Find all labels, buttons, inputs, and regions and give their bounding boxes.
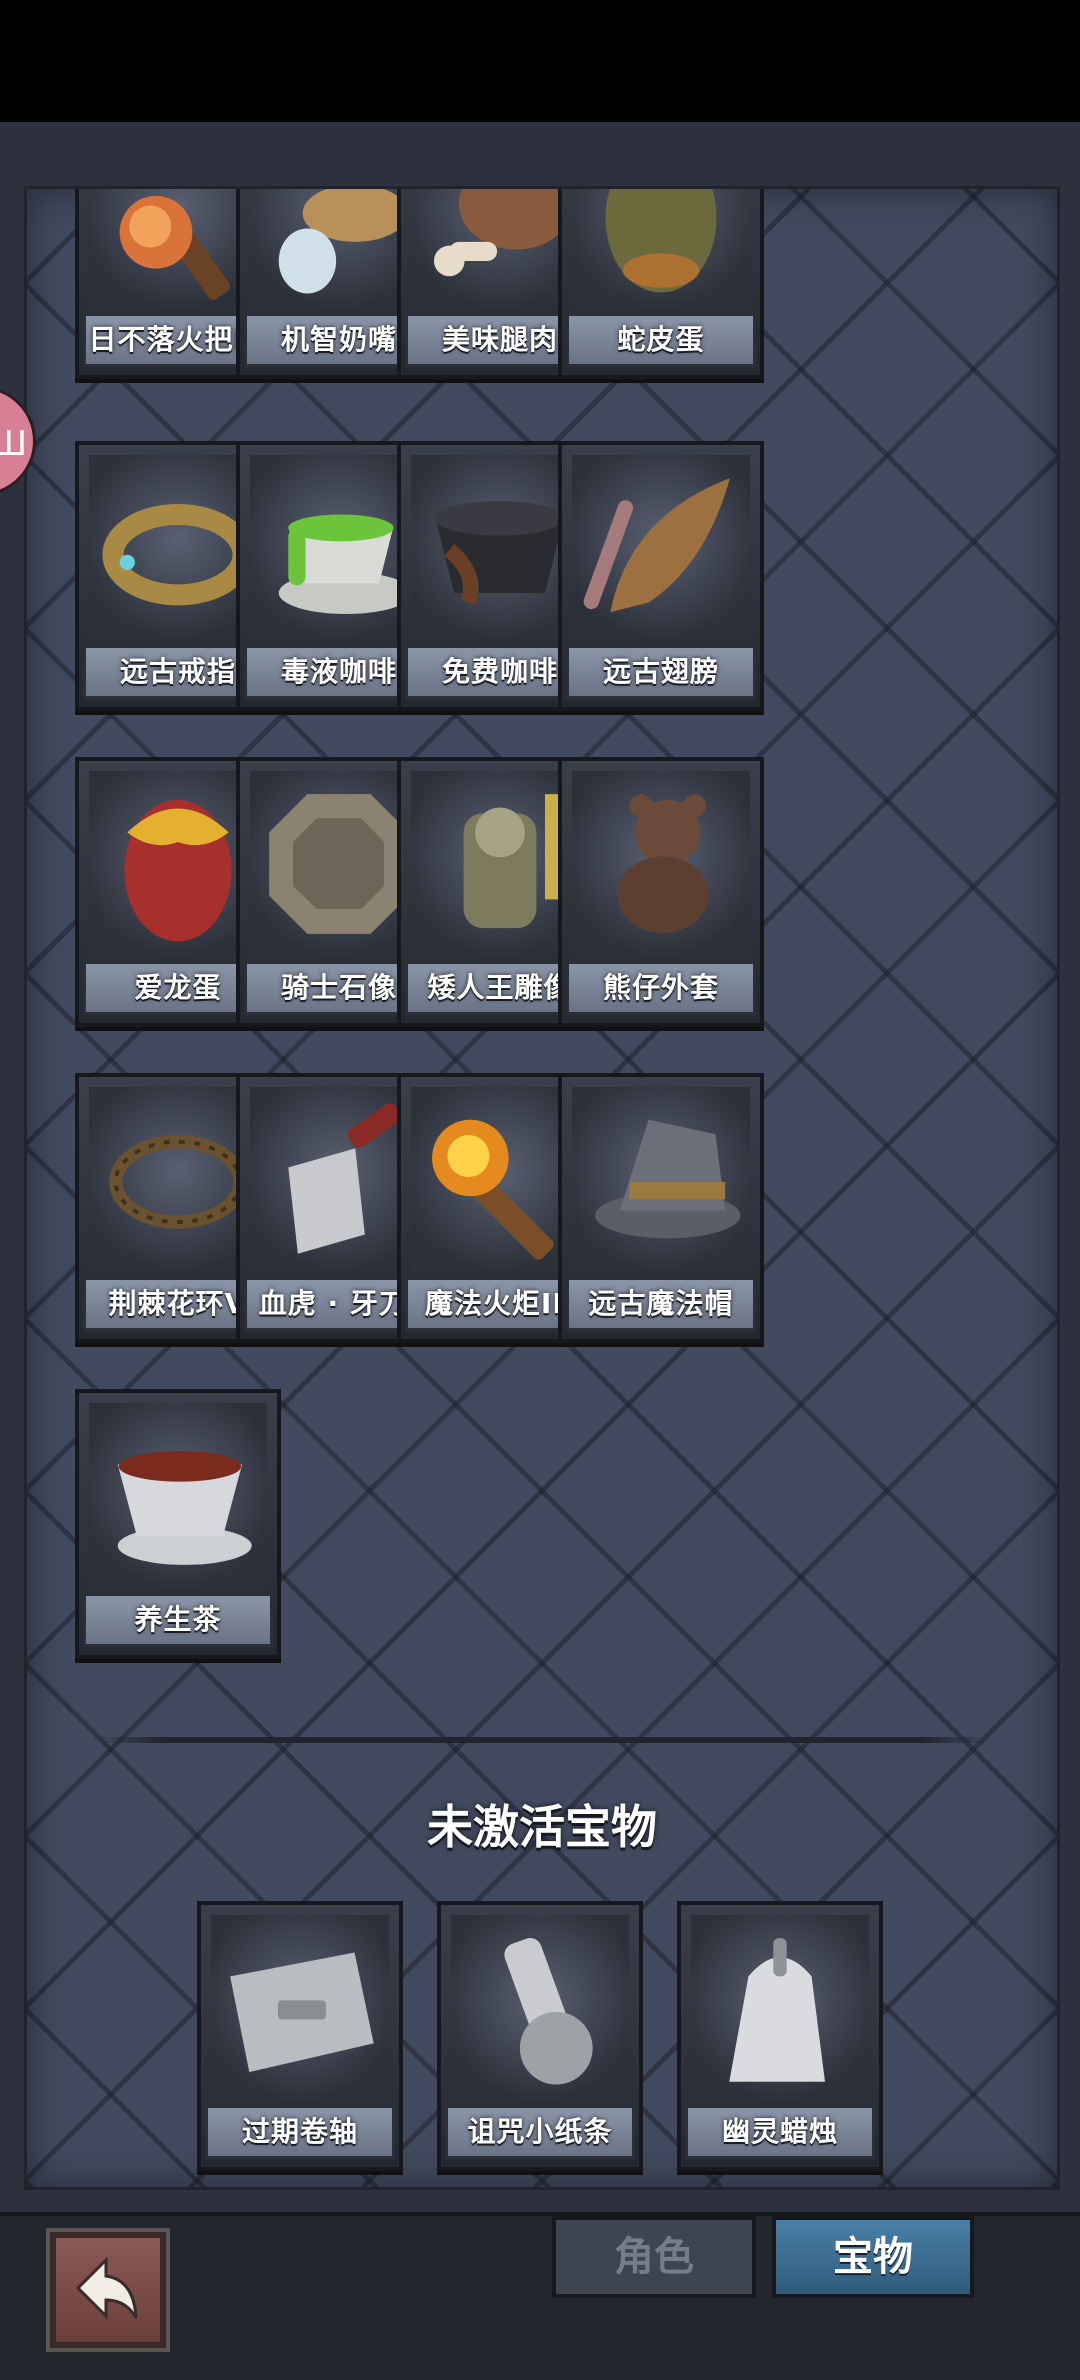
inactive-treasure-card[interactable]: 过期卷轴: [197, 1901, 403, 2171]
panel-top-border: [0, 122, 1080, 186]
snake-egg-icon: [572, 189, 750, 309]
inactive-section-title: 未激活宝物: [427, 1800, 657, 1854]
treasure-name: 熊仔外套: [566, 961, 756, 1015]
treasure-name: 幽灵蜡烛: [685, 2105, 875, 2159]
section-divider: [93, 1737, 993, 1743]
status-bar: [0, 0, 1080, 122]
ghost-candle-icon: [691, 1915, 869, 2101]
treasure-card[interactable]: 熊仔外套: [558, 757, 764, 1027]
treasure-name: 过期卷轴: [205, 2105, 395, 2159]
treasure-card[interactable]: 蛇皮蛋: [558, 189, 764, 379]
scroll-icon: [211, 1915, 389, 2101]
back-arrow-icon: [75, 2256, 138, 2320]
tab-role[interactable]: 角色: [552, 2216, 756, 2298]
paper-note-icon: [451, 1915, 629, 2101]
treasure-name: 远古翅膀: [566, 645, 756, 699]
floating-side-button-label: Ш: [0, 424, 27, 464]
wing-icon: [572, 455, 750, 641]
inactive-treasure-card[interactable]: 诅咒小纸条: [437, 1901, 643, 2171]
tab-treasure[interactable]: 宝物: [772, 2216, 974, 2298]
back-button[interactable]: [46, 2228, 170, 2352]
treasure-name: 远古魔法帽: [566, 1277, 756, 1331]
treasure-scroll-panel[interactable]: 日不落火把IV 机智奶嘴 美味腿肉 蛇皮蛋 远古戒指 毒液咖啡 免费咖啡 远古翅…: [24, 186, 1060, 2190]
treasure-card[interactable]: 远古魔法帽: [558, 1073, 764, 1343]
inactive-treasure-card[interactable]: 幽灵蜡烛: [677, 1901, 883, 2171]
tea-cup-icon: [89, 1403, 267, 1589]
treasure-name: 诅咒小纸条: [445, 2105, 635, 2159]
teddy-bear-icon: [572, 771, 750, 957]
wizard-hat-icon: [572, 1087, 750, 1273]
treasure-card[interactable]: 养生茶: [75, 1389, 281, 1659]
treasure-name: 养生茶: [83, 1593, 273, 1647]
treasure-name: 蛇皮蛋: [566, 313, 756, 367]
treasure-card[interactable]: 远古翅膀: [558, 441, 764, 711]
